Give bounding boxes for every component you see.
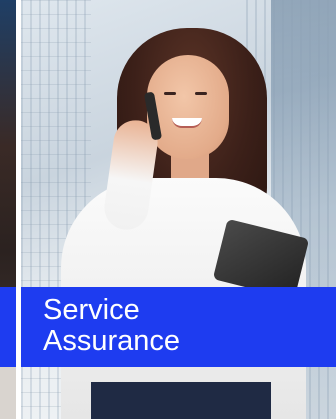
adjacent-card-label-band	[0, 287, 16, 367]
card-title-band[interactable]: Service Assurance	[21, 287, 336, 367]
photo-person-eye-right	[195, 92, 207, 95]
adjacent-card-photo-lower	[0, 367, 16, 419]
photo-person-face	[147, 55, 229, 159]
service-assurance-card[interactable]: Service Assurance	[21, 0, 336, 419]
photo-person-eye-left	[164, 92, 176, 95]
card-title-line-1: Service	[43, 294, 140, 326]
photo-person-pants	[91, 382, 271, 419]
page: Service Assurance	[0, 0, 336, 419]
card-title-line-2: Assurance	[43, 325, 181, 357]
adjacent-card-edge[interactable]	[0, 0, 16, 419]
